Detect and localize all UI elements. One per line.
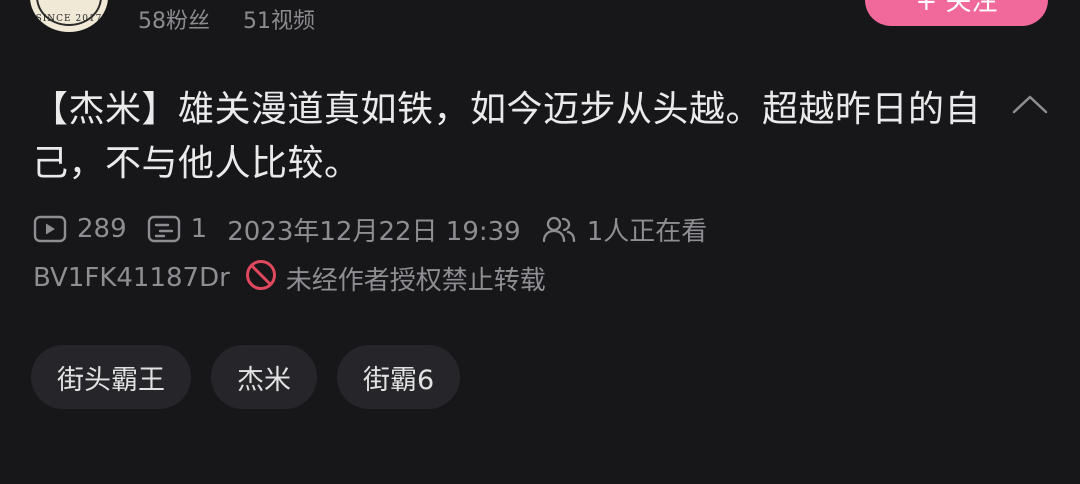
uploader-stats: 58粉丝 51视频 <box>138 3 341 35</box>
follow-button[interactable]: + 关注 <box>865 0 1048 26</box>
play-count: 289 <box>33 214 127 244</box>
video-id-row: BV1FK41187Dr 未经作者授权禁止转载 <box>33 257 546 299</box>
danmaku-count-value: 1 <box>190 214 208 244</box>
tag-chip[interactable]: 街霸6 <box>337 345 461 409</box>
play-count-value: 289 <box>77 214 127 244</box>
play-count-icon <box>33 215 67 243</box>
viewers-icon <box>541 215 577 243</box>
avatar-logo-text: SINCE 2017 <box>35 14 103 24</box>
copyright-notice: 未经作者授权禁止转载 <box>285 265 546 296</box>
uploader-avatar[interactable]: SINCE 2017 <box>30 0 108 32</box>
watching-now-value: 1人正在看 <box>586 216 708 247</box>
chevron-up-icon[interactable] <box>1010 90 1050 118</box>
video-title: 【杰米】雄关漫道真如铁，如今迈步从头越。超越昨日的自己，不与他人比较。 <box>32 89 982 184</box>
no-repost-icon <box>244 258 278 299</box>
bvid[interactable]: BV1FK41187Dr <box>33 263 230 293</box>
tag-chip[interactable]: 街头霸王 <box>31 345 191 409</box>
danmaku-icon <box>147 215 181 243</box>
videos-count: 51视频 <box>243 9 315 34</box>
tag-chip[interactable]: 杰米 <box>211 345 317 409</box>
video-meta-row: 289 1 2023年12月22日 19:39 1人正在看 <box>33 208 727 250</box>
tag-list: 街头霸王 杰米 街霸6 <box>31 345 461 409</box>
fans-count: 58粉丝 <box>138 9 210 34</box>
watching-now: 1人正在看 <box>541 211 708 248</box>
video-info-panel: SINCE 2017 58粉丝 51视频 + 关注 【杰米】雄关漫道真如铁，如今… <box>0 0 1080 484</box>
danmaku-count: 1 <box>147 214 208 244</box>
publish-time: 2023年12月22日 19:39 <box>227 216 521 247</box>
